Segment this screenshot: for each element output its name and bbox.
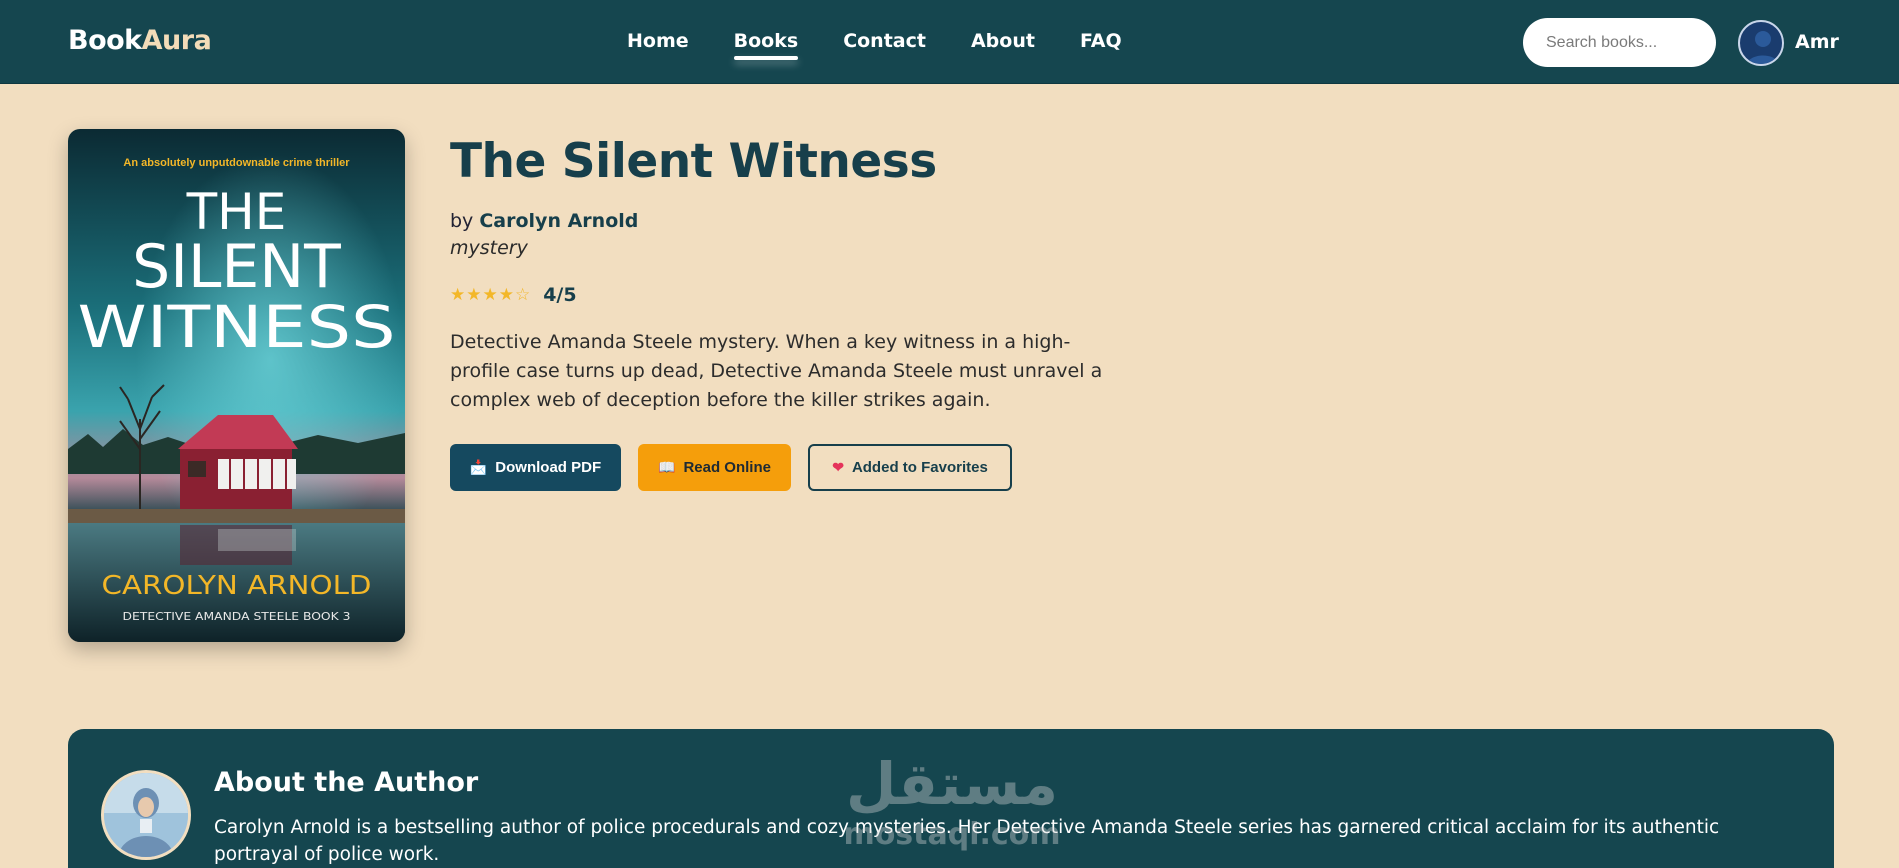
favorite-label: Added to Favorites <box>851 459 988 476</box>
navbar: BookAura Home Books Contact About FAQ Am… <box>0 0 1899 84</box>
heart-icon: ❤ <box>832 459 844 475</box>
read-online-button[interactable]: 📖 Read Online <box>638 444 791 491</box>
main-nav: Home Books Contact About FAQ <box>627 30 1167 60</box>
user-name[interactable]: Amr <box>1795 31 1839 53</box>
cover-tagline: An absolutely unputdownable crime thrill… <box>123 157 350 169</box>
read-online-label: Read Online <box>683 459 771 476</box>
download-pdf-button[interactable]: 📩 Download PDF <box>450 444 621 491</box>
logo-accent-text: Aura <box>141 25 212 56</box>
nav-link-about[interactable]: About <box>971 30 1035 52</box>
nav-link-faq[interactable]: FAQ <box>1080 30 1122 52</box>
book-description: Detective Amanda Steele mystery. When a … <box>450 331 1103 411</box>
nav-link-contact[interactable]: Contact <box>843 30 926 52</box>
author-photo <box>101 770 191 860</box>
site-logo[interactable]: BookAura <box>68 25 212 56</box>
nav-link-home[interactable]: Home <box>627 30 689 52</box>
by-label: by <box>450 210 474 232</box>
author-bio: Carolyn Arnold is a bestselling author o… <box>214 817 1720 865</box>
user-silhouette-icon <box>1746 31 1780 64</box>
book-title: The Silent Witness <box>450 134 937 189</box>
favorite-button[interactable]: ❤ Added to Favorites <box>808 444 1012 491</box>
cover-title-line-3: WITNESS <box>78 293 396 361</box>
book-byline: by Carolyn Arnold <box>450 210 638 232</box>
download-icon: 📩 <box>469 459 488 475</box>
avatar-icon[interactable] <box>1738 20 1784 66</box>
rating: ★★★★☆ 4/5 <box>450 284 577 306</box>
download-pdf-label: Download PDF <box>495 459 602 476</box>
rating-value: 4/5 <box>543 284 577 306</box>
cover-author: CAROLYN ARNOLD <box>102 571 372 601</box>
cover-series: DETECTIVE AMANDA STEELE BOOK 3 <box>123 610 351 623</box>
about-author-heading: About the Author <box>214 767 479 798</box>
book-cover: An absolutely unputdownable crime thrill… <box>68 129 405 642</box>
star-rating-icon: ★★★★☆ <box>450 285 532 305</box>
search-input[interactable] <box>1523 18 1716 67</box>
author-link[interactable]: Carolyn Arnold <box>479 210 638 232</box>
nav-link-books[interactable]: Books <box>733 30 798 60</box>
book-icon: 📖 <box>658 459 676 475</box>
logo-main-text: Book <box>68 25 142 56</box>
about-author-card: About the Author Carolyn Arnold is a bes… <box>68 729 1834 868</box>
book-genre: mystery <box>450 237 528 259</box>
cover-title-line-2: SILENT <box>132 232 341 302</box>
